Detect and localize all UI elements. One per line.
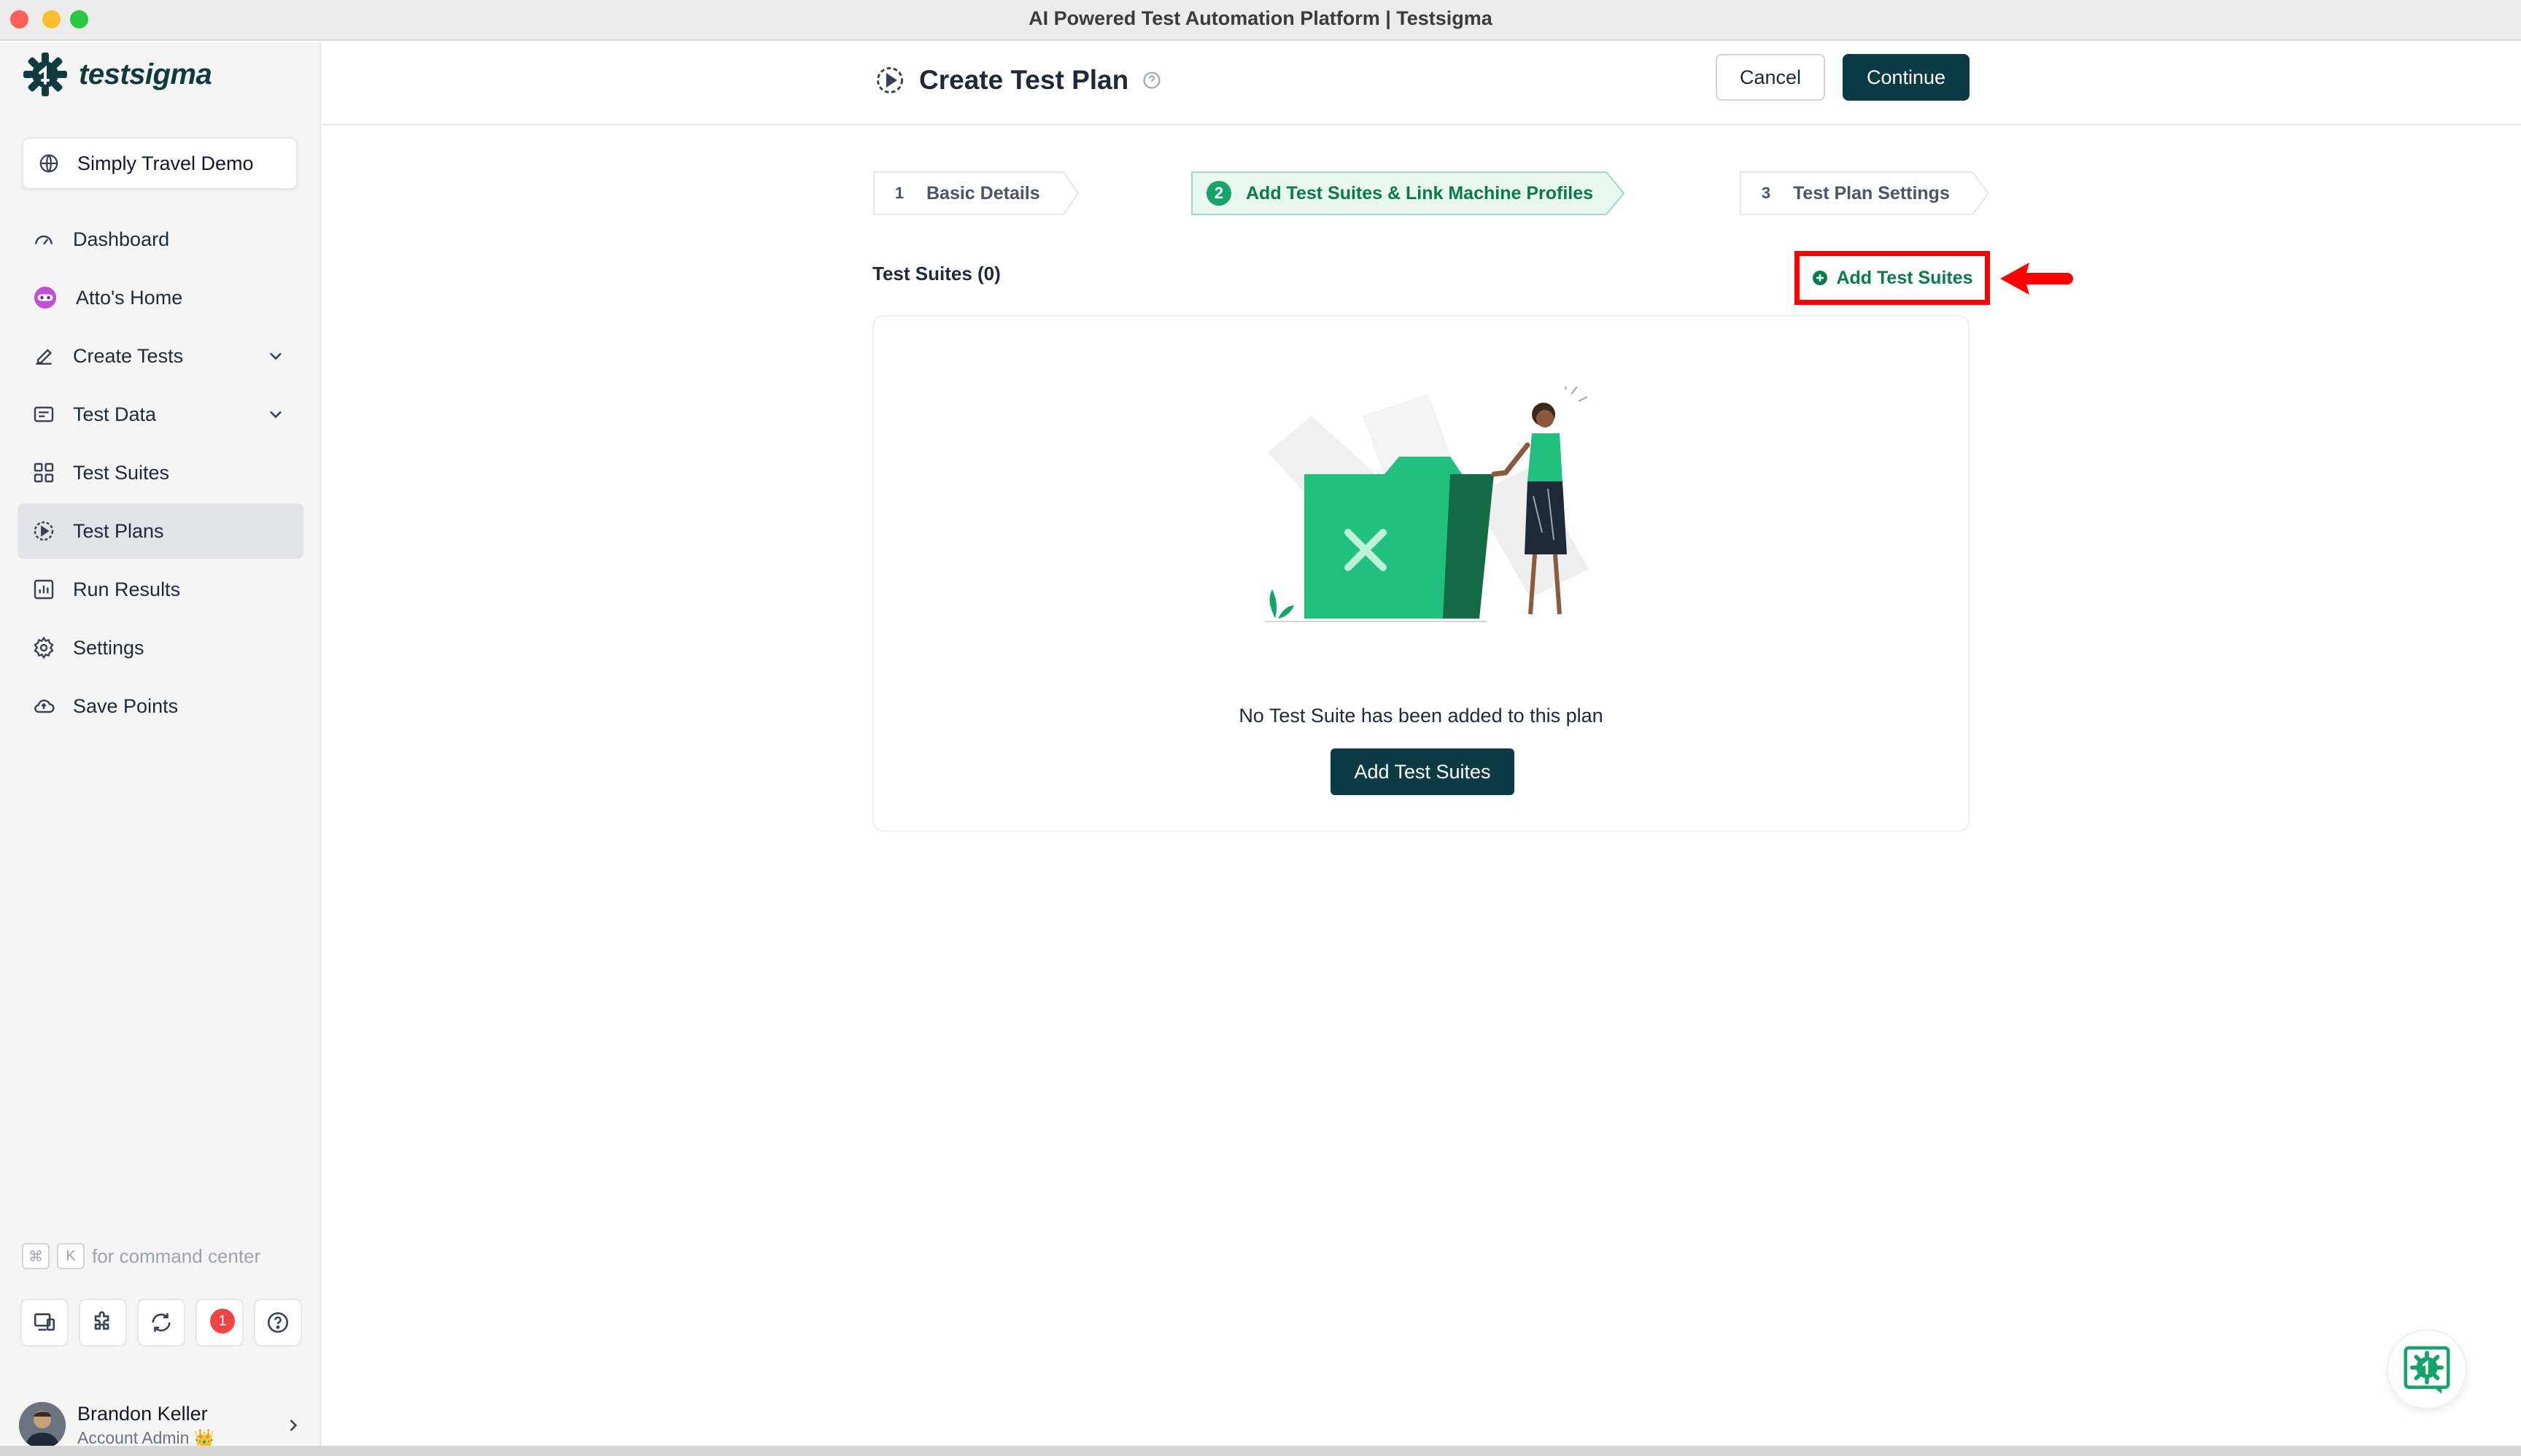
page-title-group: Create Test Plan: [874, 64, 1162, 96]
sidebar-item-label: Test Data: [73, 403, 157, 425]
sidebar-item-test-plans[interactable]: Test Plans: [18, 503, 303, 559]
sidebar-item-create-tests[interactable]: Create Tests: [18, 328, 303, 384]
sidebar: testsigma Simply Travel Demo Dashboard A…: [0, 42, 321, 1449]
sidebar-item-run-results[interactable]: Run Results: [18, 562, 303, 617]
step-number: 3: [1761, 184, 1771, 202]
command-key: ⌘: [22, 1243, 50, 1269]
cloud-icon: [34, 699, 55, 713]
add-test-suites-link[interactable]: Add Test Suites: [1794, 251, 1990, 305]
red-arrow-annotation: [2000, 263, 2073, 295]
user-profile[interactable]: Brandon Keller Account Admin 👑: [19, 1399, 303, 1452]
user-role: Account Admin 👑: [77, 1428, 215, 1447]
sidebar-item-label: Atto's Home: [76, 286, 183, 309]
addons-button[interactable]: [79, 1298, 127, 1347]
brand-name: testsigma: [79, 58, 212, 90]
sidebar-item-test-suites[interactable]: Test Suites: [18, 445, 303, 500]
empty-state-card: No Test Suite has been added to this pla…: [872, 315, 1970, 832]
devices-icon: [34, 1313, 55, 1331]
empty-folder-illustration: [1265, 387, 1589, 622]
window-titlebar: AI Powered Test Automation Platform | Te…: [0, 0, 2521, 41]
sidebar-item-save-points[interactable]: Save Points: [18, 678, 303, 734]
speedometer-icon: [35, 235, 53, 245]
workspace-switcher[interactable]: Simply Travel Demo: [22, 137, 298, 190]
window-title: AI Powered Test Automation Platform | Te…: [1029, 7, 1492, 29]
pen-icon: [36, 349, 53, 365]
step-add-test-suites[interactable]: 2 Add Test Suites & Link Machine Profile…: [1190, 171, 1625, 216]
step-label: Add Test Suites & Link Machine Profiles: [1246, 182, 1594, 204]
sidebar-item-label: Save Points: [73, 694, 179, 717]
sidebar-item-test-data[interactable]: Test Data: [18, 387, 303, 442]
test-plan-icon: [877, 67, 903, 93]
k-key: K: [57, 1243, 85, 1269]
assistant-chat-button[interactable]: [2387, 1329, 2467, 1409]
workspace-name: Simply Travel Demo: [77, 152, 254, 174]
step-number: 2: [1207, 181, 1231, 206]
globe-icon: [39, 154, 58, 173]
help-icon: [267, 1312, 289, 1333]
grid-icon: [34, 462, 54, 483]
command-hint-text: for command center: [92, 1244, 261, 1267]
step-label: Test Plan Settings: [1793, 182, 1950, 204]
sync-icon: [152, 1313, 171, 1332]
chevron-down-icon[interactable]: [266, 404, 286, 425]
assistant-icon: [2404, 1346, 2450, 1394]
puzzle-icon: [94, 1311, 109, 1330]
sidebar-item-attos-home[interactable]: Atto's Home: [18, 270, 303, 325]
window-bottom-edge: [0, 1446, 2521, 1456]
test-suites-count-title: Test Suites (0): [872, 263, 1001, 284]
help-button[interactable]: [254, 1298, 302, 1347]
page-title: Create Test Plan: [919, 65, 1129, 95]
devices-button[interactable]: [20, 1298, 69, 1347]
sidebar-item-settings[interactable]: Settings: [18, 620, 303, 675]
sidebar-item-label: Test Suites: [73, 461, 170, 484]
step-number: 1: [894, 184, 905, 202]
sidebar-item-label: Create Tests: [73, 344, 184, 367]
plus-circle-icon: [1813, 271, 1828, 285]
add-test-suites-button[interactable]: Add Test Suites: [1331, 748, 1514, 795]
sidebar-item-label: Run Results: [73, 578, 181, 600]
sync-button[interactable]: [137, 1298, 185, 1347]
sidebar-item-dashboard[interactable]: Dashboard: [18, 212, 303, 267]
continue-button[interactable]: Continue: [1843, 54, 1970, 101]
add-test-suites-link-label: Add Test Suites: [1836, 267, 1973, 288]
command-center-hint[interactable]: ⌘ K for command center: [22, 1243, 260, 1269]
page-header: Create Test Plan Cancel Continue: [322, 42, 2521, 125]
testsigma-logo-icon: [23, 53, 67, 96]
sidebar-item-label: Test Plans: [73, 519, 164, 542]
crown-icon: 👑: [193, 1428, 215, 1447]
sidebar-item-label: Dashboard: [73, 228, 170, 250]
sidebar-nav: Dashboard Atto's Home Create Tests Test …: [18, 212, 303, 737]
play-circle-icon: [34, 521, 54, 541]
sidebar-item-label: Settings: [73, 636, 144, 659]
cancel-button[interactable]: Cancel: [1716, 54, 1825, 101]
avatar: [19, 1402, 66, 1449]
atto-icon: [34, 287, 56, 309]
bar-chart-icon: [34, 579, 54, 600]
step-basic-details[interactable]: 1 Basic Details: [872, 171, 1080, 216]
sidebar-toolbar: 1: [20, 1298, 302, 1347]
chevron-right-icon: [290, 1420, 298, 1431]
brand-logo[interactable]: testsigma: [22, 51, 212, 98]
empty-state-message: No Test Suite has been added to this pla…: [1239, 705, 1603, 727]
gear-icon: [34, 636, 54, 659]
info-icon[interactable]: [1142, 70, 1162, 90]
step-test-plan-settings[interactable]: 3 Test Plan Settings: [1739, 171, 1990, 216]
data-icon: [34, 406, 54, 422]
notification-badge: 1: [210, 1309, 235, 1333]
notifications-button[interactable]: 1: [195, 1298, 244, 1347]
step-label: Basic Details: [926, 182, 1040, 204]
user-name: Brandon Keller: [77, 1403, 208, 1425]
chevron-down-icon[interactable]: [266, 346, 286, 366]
